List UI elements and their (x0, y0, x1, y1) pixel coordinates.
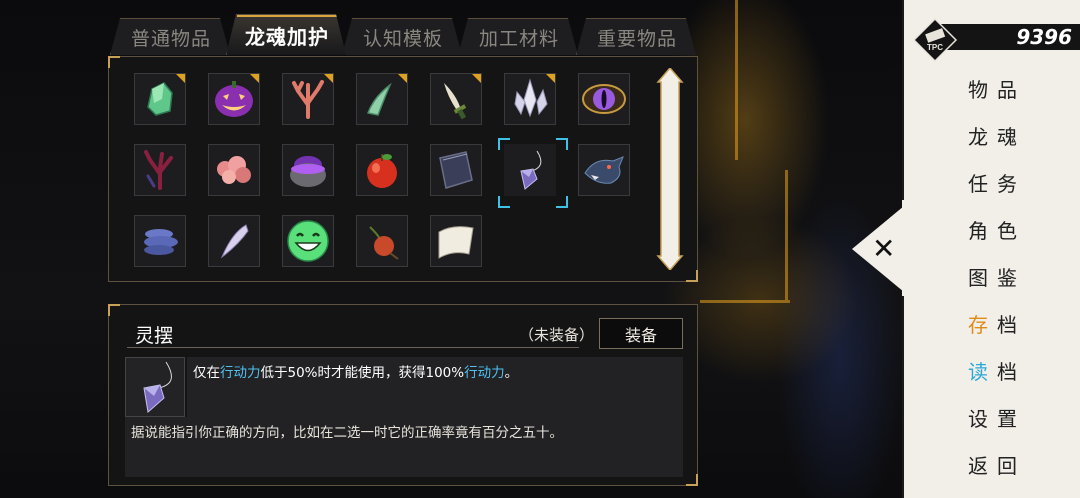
item-detail-icon (125, 357, 185, 417)
item-slot-green-crystal[interactable] (134, 73, 186, 125)
bg-glow-line (700, 300, 790, 303)
selection-corner (498, 138, 510, 150)
tpc-icon: TPC (912, 17, 958, 63)
item-slot-potion-cauldron[interactable] (282, 144, 334, 196)
currency-bar: 9396 (940, 24, 1080, 50)
equip-status: （未装备） (519, 326, 595, 344)
coral-icon (292, 80, 324, 119)
item-slot-dagger[interactable] (430, 73, 482, 125)
item-slot-scroll[interactable] (430, 215, 482, 267)
green-crystal-icon (147, 82, 173, 116)
scrollbar-thumb (656, 66, 684, 272)
item-grid-panel (108, 56, 698, 282)
item-slot-smiley-face[interactable] (282, 215, 334, 267)
new-item-marker (250, 74, 259, 83)
category-tabs: 普通物品 加工材料 认知模板 重要物品 龙魂加护 (110, 14, 696, 55)
smiley-face-icon (287, 220, 329, 262)
new-item-marker (324, 74, 333, 83)
keyword-action-points: 行动力 (464, 365, 505, 381)
tab-normal-items[interactable]: 普通物品 (110, 18, 230, 55)
menu-item-quests[interactable]: 任务 (968, 168, 1026, 197)
item-slot-dragon-head[interactable] (578, 144, 630, 196)
item-name: 灵摆 (135, 325, 174, 347)
tab-key-items[interactable]: 重要物品 (576, 18, 696, 55)
fang-icon (220, 224, 249, 259)
apple-icon (367, 154, 397, 188)
item-list-scrollbar[interactable] (655, 66, 685, 272)
selection-corner (556, 196, 568, 208)
menu-item-load[interactable]: 读档 (968, 356, 1026, 385)
tab-cognition-templates[interactable]: 认知模板 (342, 18, 462, 55)
menu-item-save[interactable]: 存档 (968, 309, 1026, 338)
item-slot-rosehip[interactable] (356, 215, 408, 267)
currency-amount: 9396 (1016, 25, 1072, 49)
item-slot-purple-eye[interactable] (578, 73, 630, 125)
tab-dragon-soul[interactable]: 龙魂加护 (226, 14, 346, 55)
menu-item-back[interactable]: 返回 (968, 450, 1026, 479)
item-slot-apple[interactable] (356, 144, 408, 196)
item-slot-pink-fungus[interactable] (208, 144, 260, 196)
menu-item-dragon-soul[interactable]: 龙魂 (968, 121, 1026, 150)
blue-fungus-icon (144, 229, 178, 255)
tpc-label: TPC (927, 43, 943, 52)
new-item-marker (546, 74, 555, 83)
selection-corner (556, 138, 568, 150)
potion-cauldron-icon (290, 156, 326, 187)
dagger-icon (444, 83, 467, 120)
pink-fungus-icon (217, 156, 251, 184)
dragon-head-icon (584, 156, 624, 184)
item-effect-text: 仅在行动力低于50%时才能使用，获得100%行动力。 (187, 357, 683, 417)
selection-corner (498, 196, 510, 208)
equip-button[interactable]: 装备 (599, 318, 683, 349)
menu-item-characters[interactable]: 角色 (968, 215, 1026, 244)
item-flavor-text: 据说能指引你正确的方向，比如在二选一时它的正确率竟有百分之五十。 (125, 417, 683, 477)
item-slot-jack-o-lantern[interactable] (208, 73, 260, 125)
item-slot-coral[interactable] (282, 73, 334, 125)
horn-icon (366, 82, 392, 116)
menu-item-codex[interactable]: 图鉴 (968, 262, 1026, 291)
item-slot-dark-coral[interactable] (134, 144, 186, 196)
item-detail-panel: 灵摆 （未装备） 装备 仅在行动力低于50%时才能使用，获得100%行动力。 据… (108, 304, 698, 486)
keyword-action-points: 行动力 (220, 365, 261, 381)
item-slot-fang[interactable] (208, 215, 260, 267)
item-slot-notebook[interactable] (430, 144, 482, 196)
new-item-marker (398, 74, 407, 83)
purple-eye-icon (582, 84, 626, 114)
new-item-marker (176, 74, 185, 83)
pendulum-icon (143, 361, 172, 413)
notebook-icon (439, 151, 473, 189)
item-slot-pendulum[interactable] (504, 144, 556, 196)
close-icon[interactable]: ✕ (872, 232, 895, 265)
item-slot-horn[interactable] (356, 73, 408, 125)
item-slot-blue-fungus[interactable] (134, 215, 186, 267)
menu-item-items[interactable]: 物品 (968, 74, 1026, 103)
bg-glow-line (735, 0, 738, 160)
rosehip-icon (369, 226, 399, 260)
new-item-marker (472, 74, 481, 83)
pendulum-icon (520, 150, 542, 190)
bg-glow-line (785, 170, 788, 300)
name-divider (127, 347, 579, 348)
tab-materials[interactable]: 加工材料 (458, 18, 578, 55)
menu-item-settings[interactable]: 设置 (968, 403, 1026, 432)
scroll-icon (438, 226, 474, 259)
item-slot-crystal-cluster[interactable] (504, 73, 556, 125)
dark-coral-icon (144, 150, 173, 190)
